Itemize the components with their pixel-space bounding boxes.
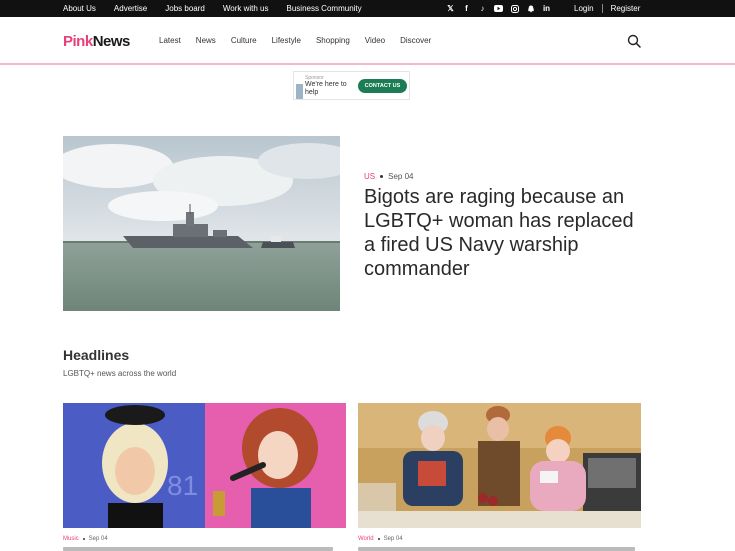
- primary-nav: Latest News Culture Lifestyle Shopping V…: [159, 36, 446, 45]
- youtube-icon[interactable]: [494, 4, 503, 13]
- meta-dot: [82, 538, 85, 540]
- card-title-1-cropped[interactable]: [63, 547, 333, 551]
- card-category-2[interactable]: World: [358, 536, 374, 542]
- top-bar: About Us Advertise Jobs board Work with …: [0, 0, 735, 17]
- top-link-business-community[interactable]: Business Community: [287, 4, 362, 13]
- nav-latest[interactable]: Latest: [159, 36, 181, 45]
- card-date-1: Sep 04: [88, 536, 108, 542]
- headlines-subtitle: LGBTQ+ news across the world: [63, 369, 177, 378]
- top-link-advertise[interactable]: Advertise: [114, 4, 147, 13]
- register-link[interactable]: Register: [611, 4, 641, 13]
- headline-card-image-1[interactable]: 81: [63, 403, 346, 528]
- hero-headline[interactable]: Bigots are raging because an LGBTQ+ woma…: [364, 185, 634, 281]
- nav-lifestyle[interactable]: Lifestyle: [272, 36, 301, 45]
- auth-separator: [601, 4, 603, 13]
- hero-image[interactable]: [63, 136, 340, 311]
- search-icon[interactable]: [627, 34, 641, 48]
- headline-card-image-2[interactable]: [358, 403, 641, 528]
- card-date-2: Sep 04: [383, 536, 403, 542]
- contact-us-button[interactable]: CONTACT US: [358, 79, 407, 93]
- headlines-title: Headlines: [63, 347, 130, 363]
- card-meta-1: Music Sep 04: [63, 536, 108, 542]
- advert-banner[interactable]: Sponsor We're here to help CONTACT US: [293, 71, 410, 100]
- hero-date: Sep 04: [388, 172, 414, 181]
- login-link[interactable]: Login: [574, 4, 594, 13]
- logo-pink-text: Pink: [63, 33, 93, 50]
- top-link-jobs-board[interactable]: Jobs board: [165, 4, 205, 13]
- logo-dark-text: News: [92, 33, 131, 50]
- hero-meta: US Sep 04: [364, 172, 413, 181]
- nav-discover[interactable]: Discover: [400, 36, 431, 45]
- auth-links: Login Register: [574, 0, 640, 17]
- meta-dot: [380, 175, 384, 178]
- card-meta-2: World Sep 04: [358, 536, 403, 542]
- snapchat-icon[interactable]: [526, 4, 535, 13]
- instagram-icon[interactable]: [510, 4, 519, 13]
- advert-text: We're here to help: [305, 81, 347, 96]
- top-link-about-us[interactable]: About Us: [63, 4, 96, 13]
- nav-shopping[interactable]: Shopping: [316, 36, 350, 45]
- svg-text:81: 81: [167, 470, 198, 501]
- meta-dot: [377, 538, 380, 540]
- nav-news[interactable]: News: [196, 36, 216, 45]
- social-links: 𝕏 f ♪ in: [446, 0, 551, 17]
- card-title-2-cropped[interactable]: [358, 547, 635, 551]
- top-link-work-with-us[interactable]: Work with us: [223, 4, 269, 13]
- advert-image: [296, 84, 303, 99]
- hero-category[interactable]: US: [364, 172, 375, 181]
- top-links: About Us Advertise Jobs board Work with …: [63, 0, 362, 17]
- x-icon[interactable]: 𝕏: [446, 4, 455, 13]
- linkedin-icon[interactable]: in: [542, 4, 551, 13]
- main-navbar: PinkNews Latest News Culture Lifestyle S…: [0, 17, 735, 65]
- nav-culture[interactable]: Culture: [231, 36, 257, 45]
- nav-video[interactable]: Video: [365, 36, 385, 45]
- tiktok-icon[interactable]: ♪: [478, 4, 487, 13]
- pinknews-logo[interactable]: PinkNews: [63, 33, 130, 50]
- facebook-icon[interactable]: f: [462, 4, 471, 13]
- card-category-1[interactable]: Music: [63, 536, 79, 542]
